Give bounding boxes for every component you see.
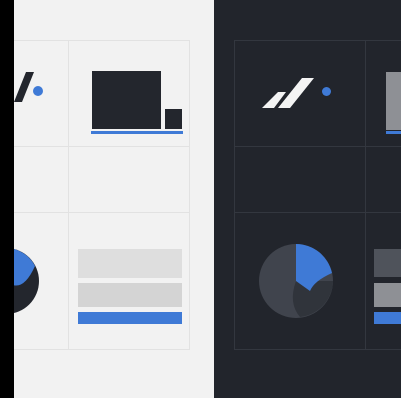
grid-line — [234, 40, 235, 350]
grid-line — [234, 146, 401, 147]
monitor-icon — [92, 71, 161, 129]
phone-icon — [165, 109, 182, 129]
grid-line — [14, 212, 190, 213]
dot-icon — [322, 87, 331, 96]
pie-chart-icon — [258, 243, 334, 319]
slash-logo-icon — [14, 72, 34, 102]
grid-line — [14, 146, 190, 147]
devices-underline — [386, 131, 401, 134]
monitor-icon — [386, 72, 401, 130]
grid-line — [365, 40, 366, 350]
grid-line — [234, 40, 401, 41]
accent-bar — [374, 312, 401, 324]
placeholder-bar-icon — [374, 283, 401, 307]
devices-underline — [91, 131, 183, 134]
placeholder-bar-icon — [374, 249, 401, 277]
grid-line — [234, 212, 401, 213]
dark-theme-panel — [214, 0, 401, 398]
accent-bar — [78, 312, 182, 324]
slash-logo-icon — [262, 78, 314, 110]
grid-line — [189, 40, 190, 350]
grid-line — [234, 349, 401, 350]
dot-icon — [33, 86, 43, 96]
placeholder-bar-icon — [78, 283, 182, 307]
grid-line — [14, 349, 190, 350]
grid-line — [68, 40, 69, 350]
light-theme-panel — [14, 0, 214, 398]
pie-chart-icon — [14, 245, 42, 317]
grid-line — [14, 40, 190, 41]
placeholder-bar-icon — [78, 249, 182, 278]
